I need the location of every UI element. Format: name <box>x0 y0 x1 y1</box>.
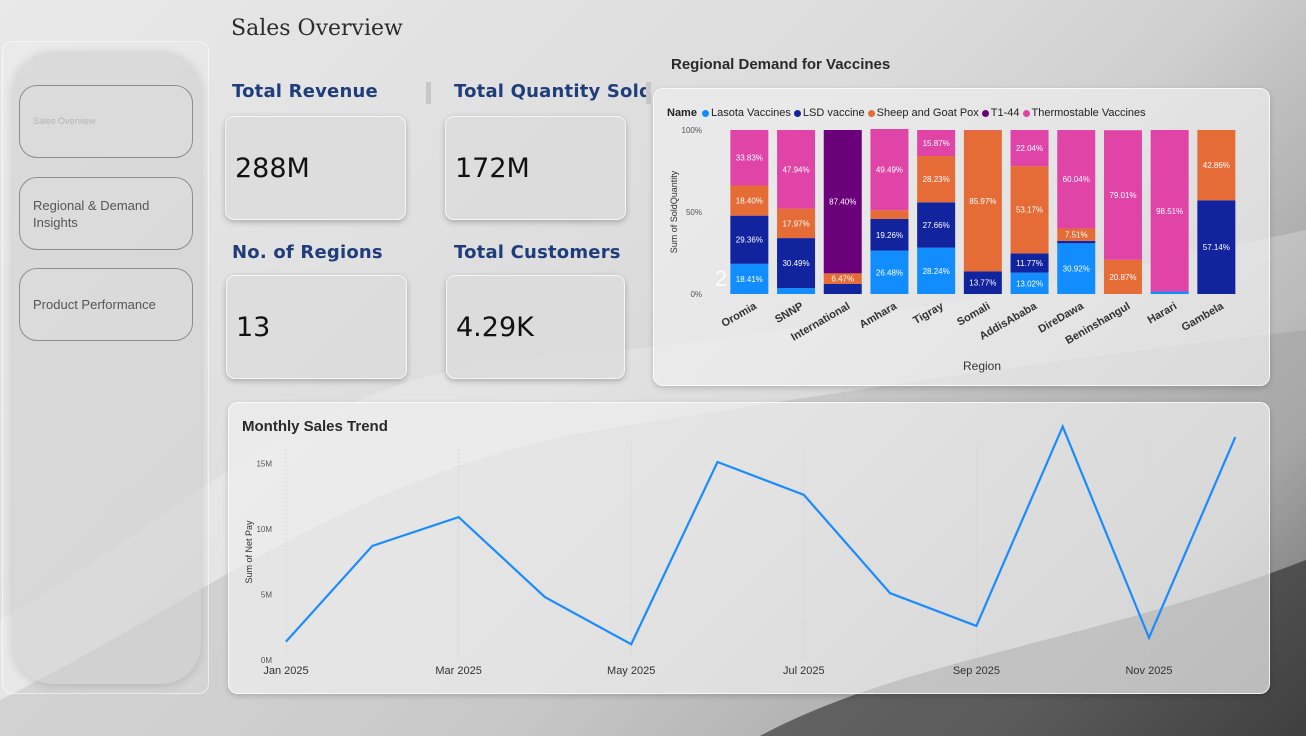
bar-data-label: 26.48% <box>876 268 903 277</box>
kpi-card-total-revenue: 288M <box>225 116 406 220</box>
bar-segment[interactable] <box>777 288 816 294</box>
regional-chart-title: Regional Demand for Vaccines <box>671 56 891 73</box>
x-tick-label: SNNP <box>773 300 805 326</box>
bar-segment[interactable] <box>1057 240 1096 244</box>
bar-data-label: 79.01% <box>1109 191 1136 200</box>
bar-data-label: 18.40% <box>736 197 763 206</box>
kpi-label-customers: Total Customers <box>454 242 621 263</box>
bar-data-label: 30.49% <box>782 259 809 268</box>
nav-item-sales-overview[interactable]: Sales Overview <box>19 85 193 158</box>
bar-segment[interactable] <box>870 210 909 219</box>
x-tick-label: Mar 2025 <box>435 665 481 677</box>
monthly-sales-line-chart[interactable]: 0M 5M 10M 15M Sum of Net Pay Jan 2025 Mar 2025… <box>228 402 1270 694</box>
x-tick-label: Jan 2025 <box>263 665 308 677</box>
x-tick-label: Sep 2025 <box>953 665 1000 677</box>
data-point[interactable] <box>628 641 634 647</box>
bar-data-label: 98.51% <box>1156 207 1183 216</box>
bar-data-label: 27.66% <box>923 221 950 230</box>
nav-item-label: Regional & Demand Insights <box>33 197 150 230</box>
bar-data-label: 20.87% <box>1109 273 1136 282</box>
regional-bar-chart[interactable]: 0% 50% 100% Sum of SoldQuantity 18.41% 29.36%… <box>653 88 1270 386</box>
y-tick-label: 0% <box>690 290 702 299</box>
bar-data-label: 57.14% <box>1203 243 1230 252</box>
kpi-value-customers: 4.29K <box>456 311 534 343</box>
data-point[interactable] <box>456 514 462 520</box>
data-point[interactable] <box>973 623 979 629</box>
x-tick-label: Harari <box>1146 300 1180 326</box>
kpi-value-total-quantity: 172M <box>455 152 530 184</box>
data-point[interactable] <box>1146 635 1152 641</box>
x-axis-label: Region <box>963 359 1001 373</box>
bar-data-label: 53.17% <box>1016 206 1043 215</box>
y-tick-label: 100% <box>682 126 702 135</box>
kpi-value-regions: 13 <box>236 311 271 343</box>
nav-item-label: Product Performance <box>33 297 156 312</box>
bar-data-label: 29.36% <box>736 236 763 245</box>
kpi-card-customers: 4.29K <box>446 275 625 379</box>
bar-segment[interactable] <box>1150 291 1189 294</box>
bar-data-label: 13.02% <box>1016 279 1043 288</box>
bar-segment[interactable] <box>823 283 862 294</box>
bar-data-label: 30.92% <box>1063 265 1090 274</box>
bar-data-label: 19.26% <box>876 231 903 240</box>
kpi-label-total-revenue: Total Revenue <box>232 81 378 102</box>
y-tick-label: 50% <box>686 208 702 217</box>
x-tick-label: Oromia <box>719 300 759 330</box>
bar-data-label: 11.77% <box>1016 259 1043 268</box>
bar-data-label: 17.97% <box>782 219 809 228</box>
x-tick-label: Somali <box>955 300 992 328</box>
x-tick-label: Tigray <box>911 300 946 327</box>
bar-data-label: 13.77% <box>969 279 996 288</box>
x-tick-label: Gambela <box>1180 300 1227 334</box>
kpi-divider <box>426 82 431 104</box>
stray-label: 2 <box>715 266 727 291</box>
y-tick-label: 15M <box>256 459 272 468</box>
kpi-label-total-quantity: Total Quantity Sold <box>454 81 653 102</box>
bar-data-label: 15.87% <box>923 139 950 148</box>
series-line[interactable] <box>285 423 1237 646</box>
x-tick-label: May 2025 <box>607 665 655 677</box>
page-title: Sales Overview <box>231 16 403 41</box>
bar-data-label: 6.47% <box>831 275 854 284</box>
bar-data-label: 47.94% <box>782 165 809 174</box>
nav-item-label: Sales Overview <box>33 116 96 126</box>
nav-item-regional-demand-insights[interactable]: Regional & Demand Insights <box>19 177 193 250</box>
bar-data-label: 22.04% <box>1016 144 1043 153</box>
y-axis-label: Sum of Net Pay <box>244 520 254 584</box>
kpi-card-regions: 13 <box>226 275 407 379</box>
bar-data-label: 7.51% <box>1065 231 1088 240</box>
x-tick-label: Jul 2025 <box>783 665 825 677</box>
kpi-card-total-quantity: 172M <box>445 116 626 220</box>
bar-data-label: 42.86% <box>1203 161 1230 170</box>
data-point[interactable] <box>283 639 289 645</box>
kpi-value-total-revenue: 288M <box>235 152 310 184</box>
y-tick-label: 5M <box>261 590 272 599</box>
bar-data-label: 28.24% <box>923 267 950 276</box>
data-point[interactable] <box>1060 424 1066 430</box>
nav-item-product-performance[interactable]: Product Performance <box>19 268 193 341</box>
y-axis-label: Sum of SoldQuantity <box>669 170 679 253</box>
data-point[interactable] <box>369 543 375 549</box>
data-point[interactable] <box>887 590 893 596</box>
data-point[interactable] <box>801 492 807 498</box>
bar-data-label: 49.49% <box>876 166 903 175</box>
y-tick-label: 10M <box>256 525 272 534</box>
data-point[interactable] <box>542 594 548 600</box>
bar-data-label: 85.97% <box>969 197 996 206</box>
kpi-label-regions: No. of Regions <box>232 242 383 263</box>
data-point[interactable] <box>715 459 721 465</box>
bar-data-label: 87.40% <box>829 198 856 207</box>
kpi-divider <box>646 82 651 104</box>
bar-data-label: 33.83% <box>736 154 763 163</box>
bar-data-label: 18.41% <box>736 275 763 284</box>
sidebar: Sales Overview Regional & Demand Insight… <box>2 41 209 694</box>
x-tick-label: Amhara <box>857 300 899 331</box>
sidebar-panel: Sales Overview Regional & Demand Insight… <box>13 52 201 684</box>
x-tick-label: Nov 2025 <box>1125 665 1172 677</box>
y-tick-label: 0M <box>261 656 272 665</box>
data-point[interactable] <box>1232 434 1238 440</box>
bar-data-label: 28.23% <box>923 175 950 184</box>
bar-data-label: 60.04% <box>1063 175 1090 184</box>
